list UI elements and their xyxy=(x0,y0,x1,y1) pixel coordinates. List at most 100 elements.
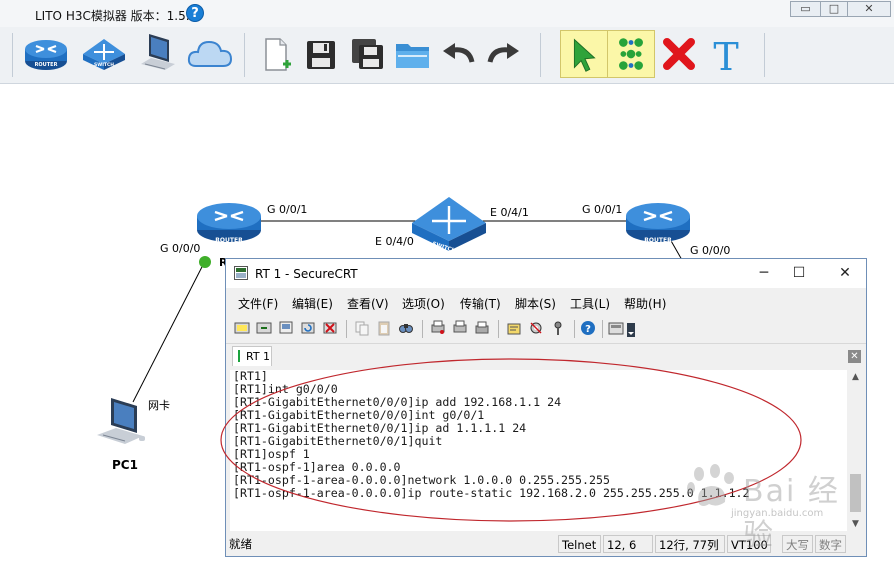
connect-icon[interactable] xyxy=(234,320,250,336)
global-options-icon[interactable] xyxy=(528,320,544,336)
paste-icon[interactable] xyxy=(376,320,392,336)
router-rt1[interactable]: ROUTER xyxy=(197,203,261,244)
maximize-button[interactable]: □ xyxy=(820,1,848,17)
status-cursor: 12, 6 xyxy=(603,535,653,553)
print-selection-icon[interactable] xyxy=(452,320,468,336)
app-title: LITO H3C模拟器 版本：1.5.2 xyxy=(35,9,198,23)
menu-transfer[interactable]: 传输(T) xyxy=(460,295,501,312)
app-toolbar: ROUTER SWITCH T xyxy=(0,27,894,84)
crt-maximize-button[interactable]: ☐ xyxy=(786,263,812,283)
session-options-icon[interactable] xyxy=(506,320,522,336)
save-as-icon xyxy=(352,39,383,69)
help-icon[interactable]: ? xyxy=(186,4,204,22)
crt-minimize-button[interactable]: ─ xyxy=(751,263,777,283)
status-protocol: Telnet xyxy=(558,535,601,553)
device-name-pc1: PC1 xyxy=(112,458,138,472)
scroll-up-icon[interactable]: ▲ xyxy=(848,370,863,384)
status-size: 12行, 77列 xyxy=(655,535,725,553)
port-label: E 0/4/1 xyxy=(490,206,529,219)
port-label: G 0/0/1 xyxy=(267,203,308,216)
undo-icon xyxy=(443,43,475,63)
terminal-output[interactable]: [RT1] [RT1]int g0/0/0 [RT1-GigabitEthern… xyxy=(230,370,847,531)
securecrt-app-icon xyxy=(234,266,248,280)
menu-view[interactable]: 查看(V) xyxy=(347,295,389,312)
cloud-tool[interactable] xyxy=(186,30,234,78)
terminal-line: [RT1-ospf-1-area-0.0.0.0]ip route-static… xyxy=(233,486,750,500)
text-tool[interactable]: T xyxy=(702,30,750,78)
tab-rt1[interactable]: RT 1 xyxy=(232,346,272,366)
terminal-scrollbar[interactable]: ▲ ▼ xyxy=(848,370,863,531)
help-icon[interactable]: ? xyxy=(580,320,596,336)
text-icon: T xyxy=(713,35,738,78)
toolbar-separator xyxy=(244,33,245,77)
undo-tool[interactable] xyxy=(434,30,482,78)
delete-icon xyxy=(663,38,695,70)
tab-label: RT 1 xyxy=(246,350,271,363)
router-tool-label: ROUTER xyxy=(35,62,58,68)
menu-script[interactable]: 脚本(S) xyxy=(515,295,556,312)
keymap-icon[interactable] xyxy=(550,320,566,336)
connect-tool[interactable] xyxy=(607,30,655,78)
toolbar-overflow-icon[interactable] xyxy=(627,323,635,337)
port-label: G 0/0/0 xyxy=(160,242,201,255)
connect-tab-icon[interactable] xyxy=(278,320,294,336)
securecrt-titlebar[interactable]: RT 1 - SecureCRT ─ ☐ ✕ xyxy=(226,259,866,288)
status-caps: 大写 xyxy=(782,535,813,553)
menu-edit[interactable]: 编辑(E) xyxy=(292,295,333,312)
save-as-tool[interactable] xyxy=(343,30,391,78)
print-setup-icon[interactable] xyxy=(430,320,446,336)
switch-sw1[interactable]: SWITCH xyxy=(412,197,486,255)
switch-tool[interactable]: SWITCH xyxy=(80,30,128,78)
svg-text:?: ? xyxy=(585,324,591,335)
disconnect-icon[interactable] xyxy=(322,320,338,336)
securecrt-menubar: 文件(F) 编辑(E) 查看(V) 选项(O) 传输(T) 脚本(S) 工具(L… xyxy=(226,291,866,313)
pointer-icon xyxy=(573,38,596,72)
toolbar-options-icon[interactable] xyxy=(608,320,624,336)
delete-tool[interactable] xyxy=(655,30,703,78)
save-icon xyxy=(307,41,335,69)
toolbar-separator xyxy=(764,33,765,77)
quick-connect-icon[interactable] xyxy=(256,320,272,336)
close-button[interactable]: ✕ xyxy=(847,1,891,17)
menu-help[interactable]: 帮助(H) xyxy=(624,295,666,312)
scroll-down-icon[interactable]: ▼ xyxy=(848,517,863,531)
scroll-thumb[interactable] xyxy=(850,474,861,512)
menu-tools[interactable]: 工具(L) xyxy=(570,295,610,312)
port-label: 网卡 xyxy=(148,399,170,412)
print-icon[interactable] xyxy=(474,320,490,336)
status-num: 数字 xyxy=(815,535,846,553)
pc-tool[interactable] xyxy=(135,30,183,78)
new-file-icon xyxy=(265,38,291,71)
securecrt-window[interactable]: RT 1 - SecureCRT ─ ☐ ✕ 文件(F) 编辑(E) 查看(V)… xyxy=(225,258,867,557)
router-rt2[interactable]: ROUTER xyxy=(626,203,690,244)
save-tool[interactable] xyxy=(297,30,345,78)
tab-close-icon[interactable]: ✕ xyxy=(848,350,861,363)
reconnect-icon[interactable] xyxy=(300,320,316,336)
router-type-label: ROUTER xyxy=(644,237,672,244)
redo-icon xyxy=(487,43,519,63)
router-tool[interactable]: ROUTER xyxy=(22,30,70,78)
securecrt-statusbar: 就绪 Telnet 12, 6 12行, 77列 VT100 大写 数字 xyxy=(226,533,866,556)
toolbar-separator xyxy=(12,33,13,77)
select-tool[interactable] xyxy=(560,30,608,78)
link-rt2-down[interactable] xyxy=(669,238,683,261)
connect-icon xyxy=(619,38,643,70)
open-folder-tool[interactable] xyxy=(389,30,437,78)
app-titlebar: LITO H3C模拟器 版本：1.5.2 ? ▭ □ ✕ xyxy=(0,0,894,27)
status-ready: 就绪 xyxy=(229,537,252,551)
port-label: G 0/0/0 xyxy=(690,244,731,257)
pc-icon xyxy=(141,34,175,70)
copy-icon[interactable] xyxy=(354,320,370,336)
text-tool-label: T xyxy=(713,35,738,78)
find-icon[interactable] xyxy=(398,320,414,336)
port-label: E 0/4/0 xyxy=(375,235,414,248)
redo-tool[interactable] xyxy=(480,30,528,78)
menu-options[interactable]: 选项(O) xyxy=(402,295,445,312)
menu-file[interactable]: 文件(F) xyxy=(238,295,278,312)
securecrt-toolbar: ? xyxy=(226,317,866,341)
crt-close-button[interactable]: ✕ xyxy=(832,263,858,283)
minimize-button[interactable]: ▭ xyxy=(790,1,821,17)
new-file-tool[interactable] xyxy=(252,30,300,78)
pc1[interactable] xyxy=(97,398,145,444)
link-rt1-pc1[interactable] xyxy=(132,258,207,403)
